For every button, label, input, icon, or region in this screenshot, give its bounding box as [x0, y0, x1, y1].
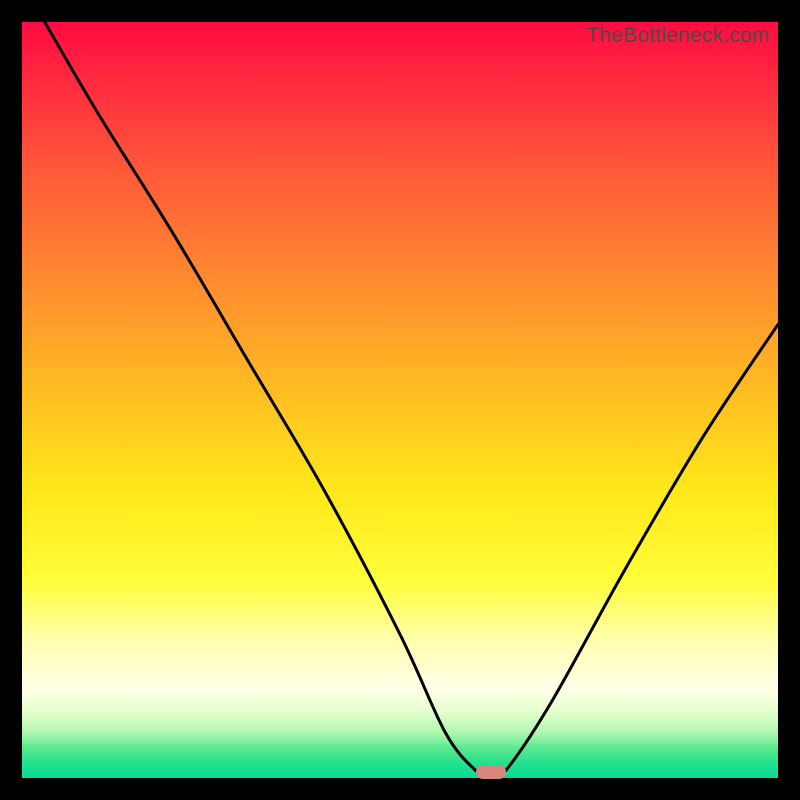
bottleneck-curve: [22, 22, 778, 778]
watermark-text: TheBottleneck.com: [587, 24, 770, 48]
chart-plot-area: TheBottleneck.com: [22, 22, 778, 778]
curve-path: [45, 22, 778, 778]
optimal-point-marker: [476, 765, 506, 779]
